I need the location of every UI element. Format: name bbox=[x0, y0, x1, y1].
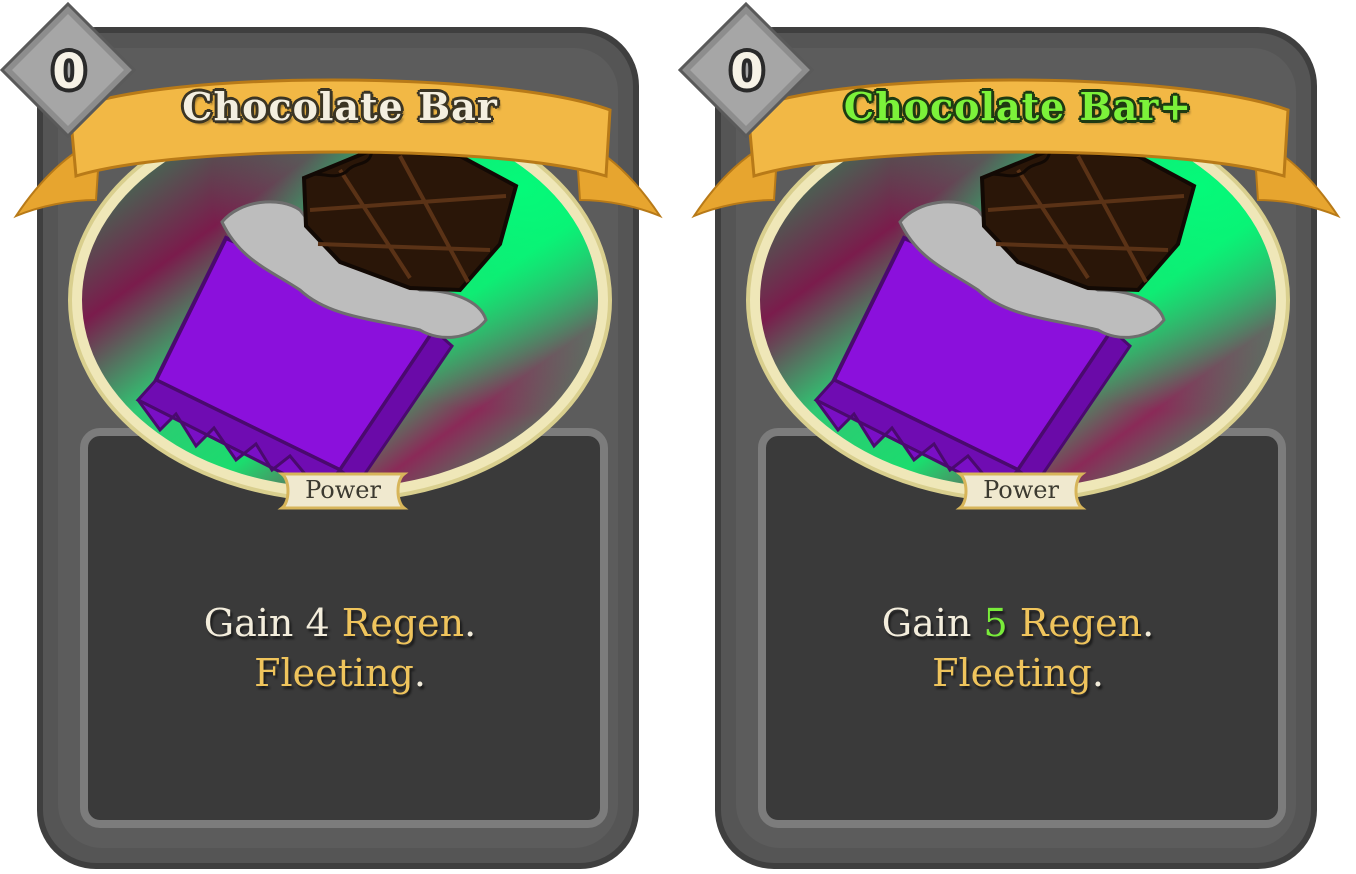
card-upgraded[interactable]: 0 Chocolate Bar+ Power Gain 5 Regen. Fle… bbox=[678, 0, 1354, 874]
card-type-label: Power bbox=[305, 476, 381, 504]
card-description: Gain 5 Regen. Fleeting. bbox=[818, 598, 1218, 698]
card-frame-art bbox=[0, 1, 663, 869]
energy-cost: 0 bbox=[730, 44, 764, 100]
desc-punct: . bbox=[1091, 651, 1104, 695]
card-type-label: Power bbox=[983, 476, 1059, 504]
card-frame-art bbox=[678, 1, 1341, 869]
description-line-1: Gain 4 Regen. bbox=[140, 598, 540, 648]
description-line-2: Fleeting. bbox=[140, 648, 540, 698]
energy-cost: 0 bbox=[52, 44, 86, 100]
regen-amount: 4 bbox=[305, 601, 330, 645]
desc-punct: . bbox=[413, 651, 426, 695]
desc-text: Gain bbox=[203, 601, 306, 645]
description-line-2: Fleeting. bbox=[818, 648, 1218, 698]
card-comparison: 0 Chocolate Bar Power Gain 4 Regen. Flee… bbox=[0, 0, 1356, 874]
desc-text: Gain bbox=[881, 601, 984, 645]
card-description: Gain 4 Regen. Fleeting. bbox=[140, 598, 540, 698]
keyword-fleeting[interactable]: Fleeting bbox=[932, 651, 1092, 695]
keyword-regen[interactable]: Regen bbox=[1020, 601, 1142, 645]
desc-punct: . bbox=[1142, 601, 1155, 645]
desc-punct: . bbox=[464, 601, 477, 645]
card-title: Chocolate Bar+ bbox=[843, 84, 1193, 129]
regen-amount: 5 bbox=[983, 601, 1008, 645]
card-title: Chocolate Bar bbox=[182, 84, 498, 129]
keyword-fleeting[interactable]: Fleeting bbox=[254, 651, 414, 695]
keyword-regen[interactable]: Regen bbox=[342, 601, 464, 645]
description-line-1: Gain 5 Regen. bbox=[818, 598, 1218, 648]
card-base[interactable]: 0 Chocolate Bar Power Gain 4 Regen. Flee… bbox=[0, 0, 676, 874]
